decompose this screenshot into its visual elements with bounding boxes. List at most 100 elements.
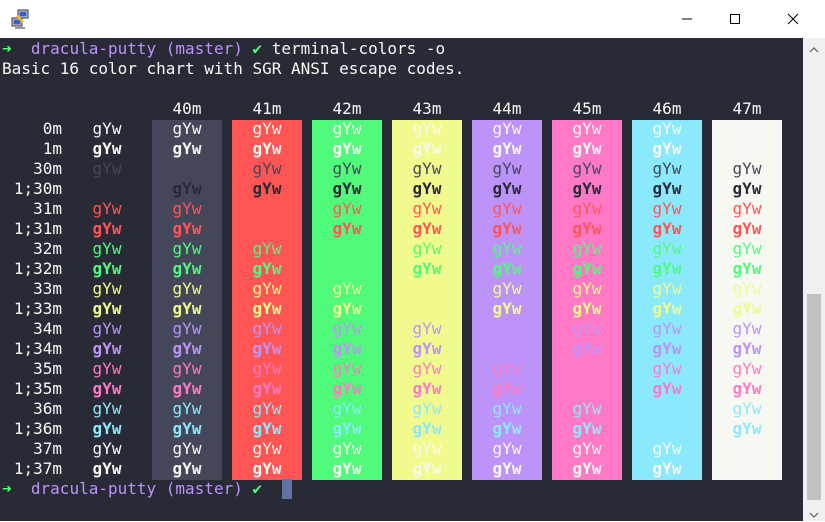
sample-cell: gYw xyxy=(412,159,442,178)
sample-cell: gYw xyxy=(412,119,442,138)
column-header: 44m xyxy=(492,99,522,118)
sample-cell: gYw xyxy=(732,439,762,458)
row-label: 37m xyxy=(33,439,62,458)
sample-cell: gYw xyxy=(572,319,602,338)
sample-cell: gYw xyxy=(92,399,122,418)
sample-cell: gYw xyxy=(492,419,522,438)
sample-cell: gYw xyxy=(732,459,762,478)
sample-cell: gYw xyxy=(332,339,362,358)
row-label: 1;34m xyxy=(13,339,62,358)
minimize-button[interactable] xyxy=(664,0,710,38)
scroll-down-button[interactable] xyxy=(803,503,825,521)
row-label: 31m xyxy=(33,199,62,218)
sample-cell: gYw xyxy=(572,459,602,478)
prompt-arrow-icon: ➜ xyxy=(2,479,12,498)
sample-cell: gYw xyxy=(492,239,522,258)
sample-cell: gYw xyxy=(92,439,122,458)
sample-cell: gYw xyxy=(252,259,282,278)
sample-cell: gYw xyxy=(332,379,362,398)
prompt-line: ➜ dracula-putty (master) ✔ terminal-colo… xyxy=(2,39,445,59)
sample-cell: gYw xyxy=(332,419,362,438)
sample-cell: gYw xyxy=(572,179,602,198)
command-text: terminal-colors -o xyxy=(271,39,446,58)
sample-cell: gYw xyxy=(92,259,122,278)
column-header: 43m xyxy=(412,99,442,118)
sample-cell: gYw xyxy=(732,119,762,138)
sample-cell: gYw xyxy=(652,239,682,258)
sample-cell: gYw xyxy=(732,259,762,278)
sample-cell: gYw xyxy=(652,459,682,478)
sample-cell: gYw xyxy=(732,279,762,298)
sample-cell: gYw xyxy=(92,359,122,378)
sample-cell: gYw xyxy=(412,179,442,198)
sample-cell: gYw xyxy=(492,179,522,198)
sample-cell: gYw xyxy=(652,299,682,318)
sample-cell: gYw xyxy=(412,199,442,218)
sample-cell: gYw xyxy=(492,359,522,378)
column-header: 46m xyxy=(652,99,682,118)
putty-app-icon[interactable] xyxy=(10,9,30,29)
sample-cell: gYw xyxy=(332,199,362,218)
sample-cell: gYw xyxy=(172,279,202,298)
prompt-git-branch: (master) xyxy=(165,479,243,498)
sample-cell: gYw xyxy=(252,459,282,478)
row-label: 33m xyxy=(33,279,62,298)
sample-cell: gYw xyxy=(492,459,522,478)
sample-cell: gYw xyxy=(652,439,682,458)
sample-cell: gYw xyxy=(492,319,522,338)
prompt-git-branch: (master) xyxy=(165,39,243,58)
sample-cell: gYw xyxy=(92,379,122,398)
sample-cell: gYw xyxy=(252,219,282,238)
prompt-check-icon: ✔ xyxy=(252,479,263,498)
sample-cell: gYw xyxy=(492,219,522,238)
sample-cell: gYw xyxy=(572,419,602,438)
sample-cell: gYw xyxy=(172,459,202,478)
sample-cell: gYw xyxy=(332,259,362,278)
vertical-scrollbar[interactable] xyxy=(803,38,825,521)
sample-cell: gYw xyxy=(172,399,202,418)
chevron-down-icon xyxy=(809,503,819,522)
sample-cell: gYw xyxy=(92,119,122,138)
close-button[interactable] xyxy=(770,0,816,38)
sample-cell: gYw xyxy=(652,319,682,338)
sample-cell: gYw xyxy=(732,379,762,398)
title-bar xyxy=(0,0,825,38)
sample-cell: gYw xyxy=(492,159,522,178)
sample-cell: gYw xyxy=(92,199,122,218)
scrollbar-thumb[interactable] xyxy=(807,294,821,500)
scroll-up-button[interactable] xyxy=(803,38,825,56)
sample-cell: gYw xyxy=(412,399,442,418)
row-label: 35m xyxy=(33,359,62,378)
sample-cell: gYw xyxy=(572,199,602,218)
sample-cell: gYw xyxy=(412,139,442,158)
sample-cell: gYw xyxy=(252,359,282,378)
sample-cell: gYw xyxy=(92,319,122,338)
sample-cell: gYw xyxy=(412,359,442,378)
sample-cell: gYw xyxy=(172,339,202,358)
sample-cell: gYw xyxy=(492,259,522,278)
sample-cell: gYw xyxy=(732,179,762,198)
sample-cell: gYw xyxy=(652,399,682,418)
sample-cell: gYw xyxy=(332,319,362,338)
sample-cell: gYw xyxy=(572,259,602,278)
sample-cell: gYw xyxy=(252,299,282,318)
row-label: 1;37m xyxy=(13,459,62,478)
prompt-check-icon: ✔ xyxy=(252,39,263,58)
sample-cell: gYw xyxy=(652,179,682,198)
row-label: 1;31m xyxy=(13,219,62,238)
sample-cell: gYw xyxy=(252,119,282,138)
sample-cell: gYw xyxy=(92,179,122,198)
sample-cell: gYw xyxy=(732,359,762,378)
sample-cell: gYw xyxy=(92,339,122,358)
maximize-button[interactable] xyxy=(712,0,758,38)
row-label: 1;36m xyxy=(13,419,62,438)
sample-cell: gYw xyxy=(652,199,682,218)
prompt-directory: dracula-putty xyxy=(30,479,157,498)
terminal-output[interactable]: ➜ dracula-putty (master) ✔ terminal-colo… xyxy=(0,38,803,521)
sample-cell: gYw xyxy=(412,319,442,338)
prompt-directory: dracula-putty xyxy=(30,39,157,58)
sample-cell: gYw xyxy=(732,139,762,158)
sample-cell: gYw xyxy=(412,419,442,438)
sample-cell: gYw xyxy=(652,339,682,358)
column-header: 47m xyxy=(732,99,762,118)
